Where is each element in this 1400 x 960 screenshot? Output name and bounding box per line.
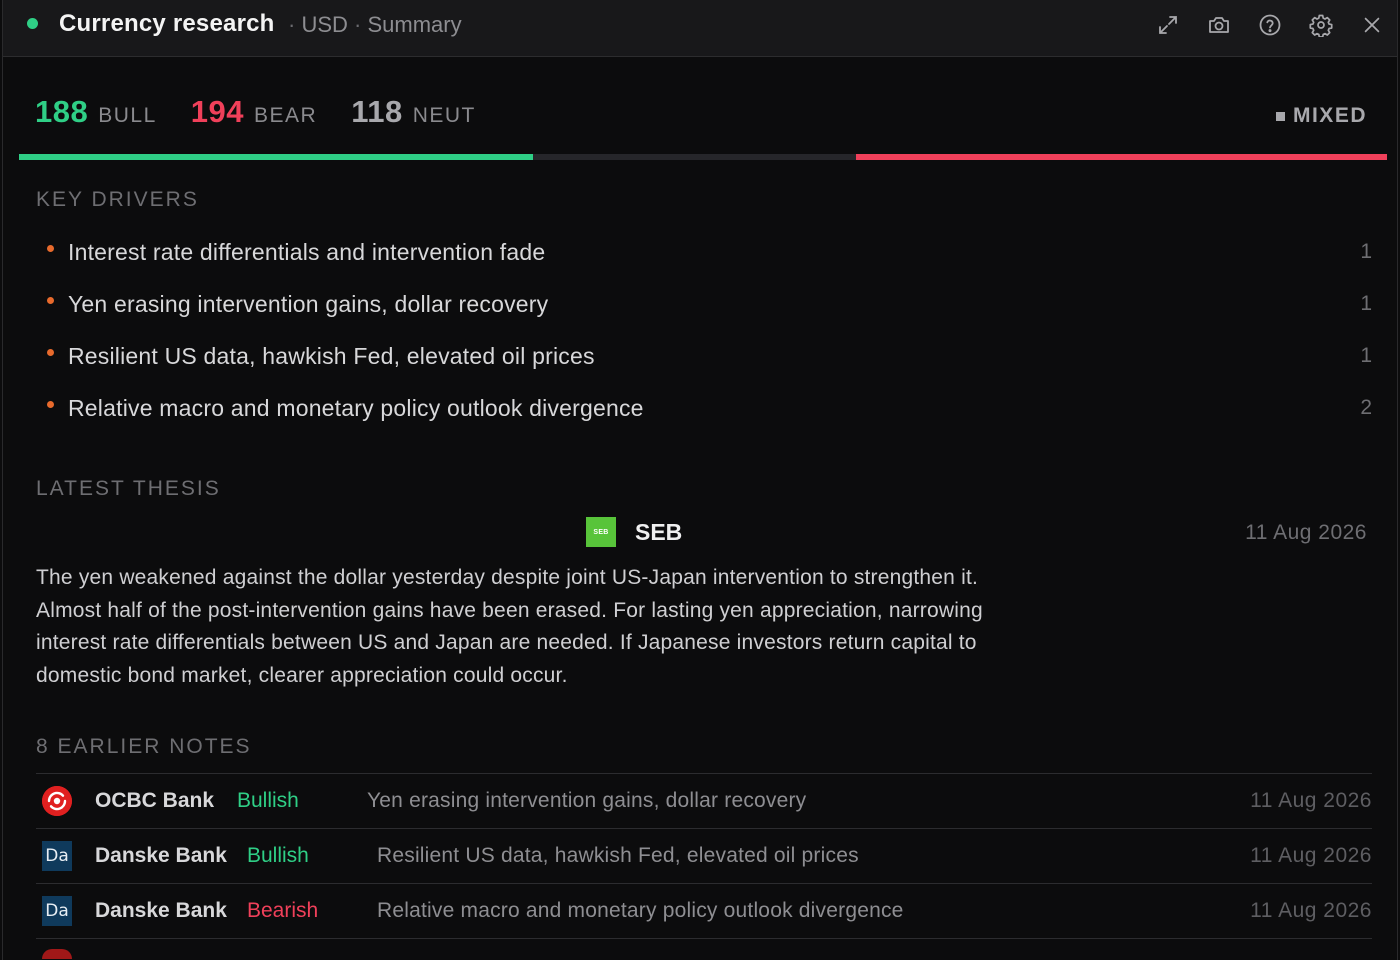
currency-research-panel: Currency research · USD · Summary 188 BU… [2,0,1398,960]
sentiment-summary: 188 BULL 194 BEAR 118 NEUT [35,94,510,134]
bull-segment [19,154,533,160]
bullet-icon [47,296,54,304]
bull-count-value: 188 [35,94,89,129]
driver-item[interactable]: Resilient US data, hawkish Fed, elevated… [36,330,1372,382]
table-row[interactable]: Da Danske Bank Bullish Resilient US data… [36,828,1372,883]
expand-icon[interactable] [1153,10,1183,40]
key-drivers-heading: KEY DRIVERS [36,188,199,211]
key-drivers-list: Interest rate differentials and interven… [36,226,1372,434]
table-row[interactable]: Da Danske Bank Bearish Relative macro an… [36,883,1372,938]
note-date: 11 Aug 2026 [1250,844,1372,867]
note-date: 11 Aug 2026 [1250,899,1372,922]
bear-count[interactable]: 194 BEAR [191,94,317,130]
sentiment-distribution-bar [19,154,1387,160]
driver-count: 1 [1360,240,1372,263]
note-sentiment: Bullish [237,789,299,812]
bullet-icon [47,244,54,252]
neutral-segment [533,154,856,160]
title-bar: Currency research · USD · Summary [3,0,1397,57]
thesis-source[interactable]: SEB SEB [586,517,682,547]
note-bank-name: Danske Bank [95,899,227,922]
bank-logo-icon [42,949,72,959]
driver-count: 2 [1360,396,1372,419]
thesis-source-name: SEB [635,518,683,545]
breadcrumb-currency[interactable]: USD [301,12,347,37]
note-bank-name: OCBC Bank [95,789,215,812]
neut-count[interactable]: 118 NEUT [351,94,476,130]
panel-title: Currency research [59,10,275,37]
help-icon[interactable] [1255,10,1285,40]
earlier-notes-list: OCBC Bank Bullish Yen erasing interventi… [36,773,1372,959]
note-summary: Yen erasing intervention gains, dollar r… [367,789,807,812]
thesis-body: The yen weakened against the dollar yest… [36,566,983,687]
bull-count[interactable]: 188 BULL [35,94,157,130]
table-row[interactable]: OCBC Bank Bullish Yen erasing interventi… [36,773,1372,828]
breadcrumb-separator: · [354,12,362,37]
close-icon[interactable] [1357,10,1387,40]
bullet-icon [47,400,54,408]
thesis-date: 11 Aug 2026 [1245,521,1367,544]
live-status-dot [27,18,38,29]
overall-sentiment-badge: MIXED [1275,104,1367,128]
table-row[interactable] [36,938,1372,959]
danske-logo-icon: Da [42,896,72,926]
driver-item[interactable]: Relative macro and monetary policy outlo… [36,382,1372,434]
note-date: 11 Aug 2026 [1250,789,1372,812]
note-summary: Resilient US data, hawkish Fed, elevated… [377,844,859,867]
bull-count-label: BULL [98,104,157,127]
driver-text: Relative macro and monetary policy outlo… [68,394,644,421]
bear-segment [856,154,1387,160]
latest-thesis-heading: LATEST THESIS [36,477,221,500]
bear-count-value: 194 [190,94,244,129]
driver-text: Resilient US data, hawkish Fed, elevated… [68,342,595,369]
driver-count: 1 [1360,344,1372,367]
square-icon [1275,111,1285,121]
driver-text: Yen erasing intervention gains, dollar r… [68,290,549,317]
driver-item[interactable]: Yen erasing intervention gains, dollar r… [36,278,1372,330]
note-summary: Relative macro and monetary policy outlo… [377,899,904,922]
driver-count: 1 [1360,292,1372,315]
note-sentiment: Bullish [247,844,309,867]
overall-sentiment-label: MIXED [1292,104,1367,127]
ocbc-logo-icon [42,786,72,816]
neut-count-label: NEUT [412,104,476,127]
note-sentiment: Bearish [247,899,319,922]
driver-text: Interest rate differentials and interven… [68,238,546,265]
breadcrumb: · USD · Summary [288,12,462,38]
bear-count-label: BEAR [254,104,318,127]
bullet-icon [47,348,54,356]
earlier-notes-heading: 8 EARLIER NOTES [36,735,252,758]
danske-logo-icon: Da [42,841,72,871]
neut-count-value: 118 [351,94,403,129]
seb-logo-icon: SEB [586,517,616,547]
gear-icon[interactable] [1306,10,1336,40]
breadcrumb-separator: · [288,12,296,37]
driver-item[interactable]: Interest rate differentials and interven… [36,226,1372,278]
camera-icon[interactable] [1204,10,1234,40]
note-bank-name: Danske Bank [95,844,227,867]
breadcrumb-view[interactable]: Summary [367,12,461,37]
